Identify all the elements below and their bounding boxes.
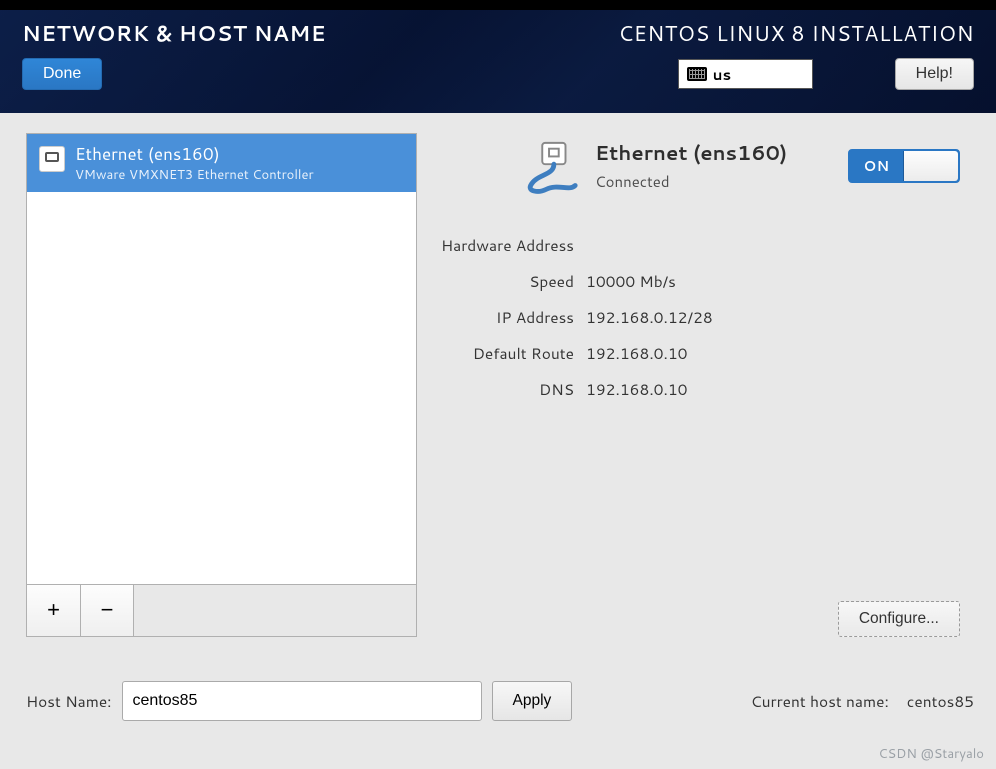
value-speed: 10000 Mb/s [586, 270, 974, 292]
top-bar-left: NETWORK & HOST NAME Done [22, 18, 326, 113]
network-list-item[interactable]: Ethernet (ens160) VMware VMXNET3 Etherne… [27, 134, 416, 192]
add-network-button[interactable]: + [27, 585, 81, 637]
detail-properties: Hardware Address Speed 10000 Mb/s IP Add… [439, 227, 974, 407]
label-hardware-address: Hardware Address [439, 234, 574, 256]
configure-button[interactable]: Configure... [838, 601, 960, 637]
remove-network-button[interactable]: − [80, 585, 134, 637]
row-speed: Speed 10000 Mb/s [439, 263, 974, 299]
upper-row: Ethernet (ens160) VMware VMXNET3 Etherne… [26, 133, 974, 637]
label-speed: Speed [439, 270, 574, 292]
network-item-subtitle: VMware VMXNET3 Ethernet Controller [75, 166, 314, 184]
top-bar-right-row: us Help! [678, 58, 974, 90]
hostname-row: Host Name: Apply Current host name: cent… [26, 681, 974, 721]
network-item-texts: Ethernet (ens160) VMware VMXNET3 Etherne… [75, 142, 314, 184]
done-button[interactable]: Done [22, 58, 102, 90]
keyboard-icon [687, 67, 707, 81]
row-hardware-address: Hardware Address [439, 227, 974, 263]
network-list-panel: Ethernet (ens160) VMware VMXNET3 Etherne… [26, 133, 417, 637]
keyboard-layout-code: us [713, 64, 731, 85]
top-bar: NETWORK & HOST NAME Done CENTOS LINUX 8 … [0, 0, 996, 113]
help-button[interactable]: Help! [895, 58, 974, 90]
watermark: CSDN @Staryalo [878, 745, 984, 763]
page-title: NETWORK & HOST NAME [22, 18, 326, 48]
label-default-route: Default Route [439, 342, 574, 364]
hostname-input[interactable] [122, 681, 482, 721]
row-dns: DNS 192.168.0.10 [439, 371, 974, 407]
hostname-label: Host Name: [26, 690, 112, 712]
network-item-title: Ethernet (ens160) [75, 142, 314, 166]
label-dns: DNS [439, 378, 574, 400]
keyboard-layout-selector[interactable]: us [678, 59, 813, 89]
label-ip-address: IP Address [439, 306, 574, 328]
current-hostname-label: Current host name: [751, 690, 889, 712]
value-hardware-address [586, 234, 974, 256]
network-detail-panel: Ethernet (ens160) Connected ON Hardware … [435, 133, 974, 637]
current-hostname: Current host name: centos85 [751, 690, 974, 712]
ethernet-icon [39, 146, 65, 172]
toggle-knob [903, 151, 958, 181]
connection-toggle[interactable]: ON [848, 149, 960, 183]
current-hostname-value: centos85 [907, 690, 974, 712]
detail-title: Ethernet (ens160) [595, 139, 787, 167]
content-area: Ethernet (ens160) VMware VMXNET3 Etherne… [0, 113, 996, 739]
toggle-on-label: ON [850, 151, 903, 181]
row-default-route: Default Route 192.168.0.10 [439, 335, 974, 371]
detail-titles: Ethernet (ens160) Connected [595, 139, 787, 192]
ethernet-large-icon [519, 139, 581, 201]
row-ip-address: IP Address 192.168.0.12/28 [439, 299, 974, 335]
network-list[interactable]: Ethernet (ens160) VMware VMXNET3 Etherne… [27, 134, 416, 584]
value-ip-address: 192.168.0.12/28 [586, 306, 974, 328]
value-default-route: 192.168.0.10 [586, 342, 974, 364]
top-bar-right: CENTOS LINUX 8 INSTALLATION us Help! [618, 18, 974, 113]
network-list-toolbar: + − [27, 584, 416, 636]
value-dns: 192.168.0.10 [586, 378, 974, 400]
detail-status: Connected [595, 171, 787, 192]
apply-hostname-button[interactable]: Apply [492, 681, 573, 721]
install-title: CENTOS LINUX 8 INSTALLATION [618, 18, 974, 48]
